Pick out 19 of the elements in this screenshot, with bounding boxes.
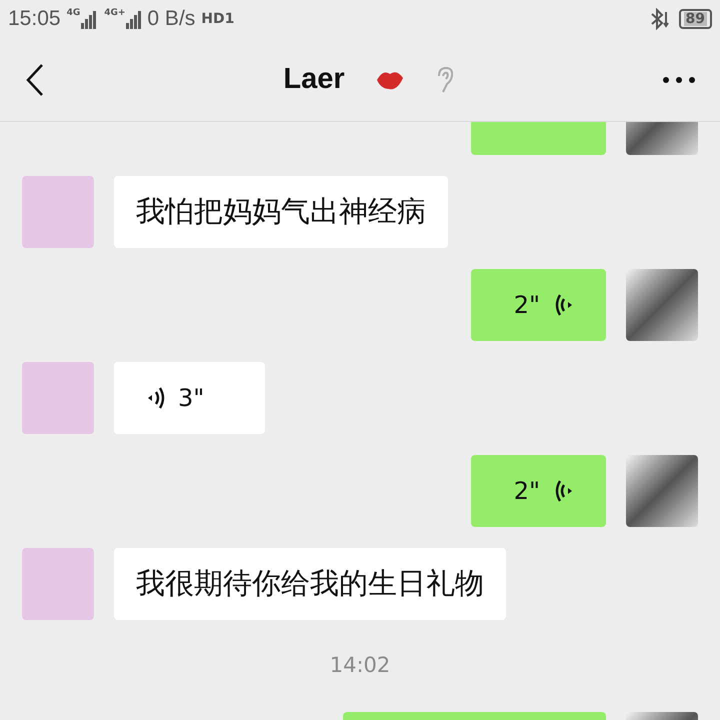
avatar-image[interactable]	[626, 455, 698, 527]
voice-message[interactable]: 2"	[471, 269, 606, 341]
message-bubble: 我怕把妈妈气出神经病	[114, 176, 448, 248]
more-icon[interactable]	[662, 76, 696, 84]
battery-indicator: 89	[678, 9, 712, 29]
voice-message[interactable]: 2"	[471, 455, 606, 527]
avatar-image[interactable]	[626, 269, 698, 341]
voice-wave-icon	[554, 292, 574, 318]
voice-wave-icon	[554, 478, 574, 504]
network-speed: 0 B/s	[147, 6, 196, 32]
chat-title: Laer	[283, 62, 345, 97]
voice-message[interactable]: 3"	[114, 362, 265, 434]
message-bubble: 我很期待你给我的生日礼物	[114, 548, 506, 620]
timestamp: 14:02	[330, 652, 390, 680]
bluetooth-icon	[648, 8, 671, 30]
hd-call-icon: HD1	[201, 8, 234, 30]
voice-wave-icon	[146, 385, 166, 411]
clock: 15:05	[8, 6, 61, 32]
back-icon[interactable]	[24, 62, 46, 96]
